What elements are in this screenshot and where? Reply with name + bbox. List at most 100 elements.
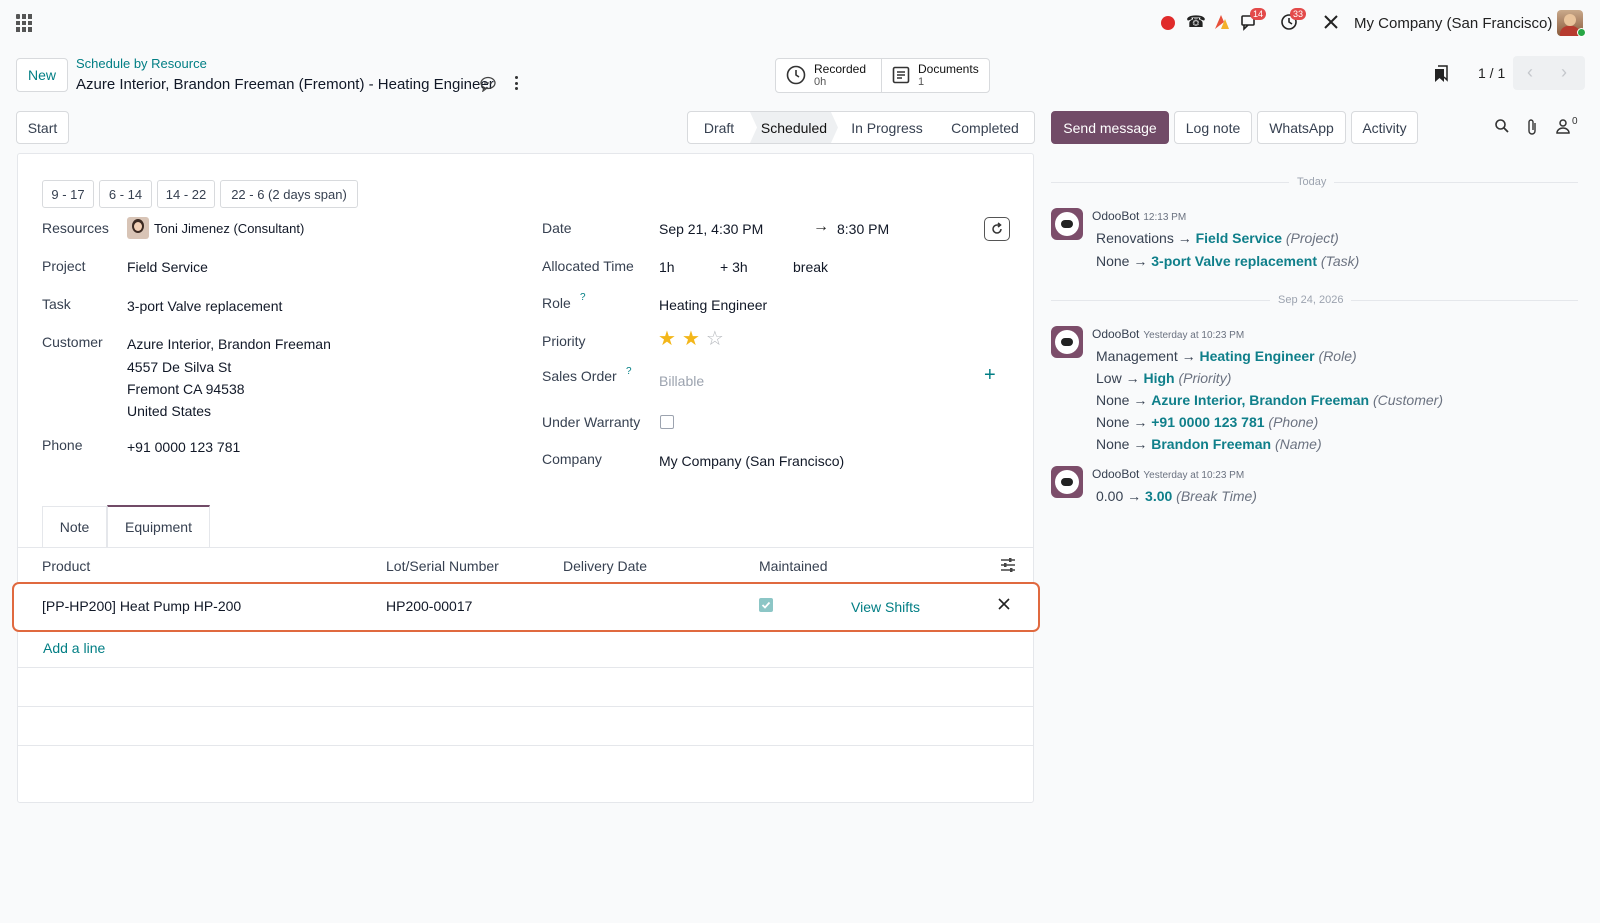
arrow-right-icon: → xyxy=(813,218,829,235)
log-note-button[interactable]: Log note xyxy=(1174,111,1252,144)
under-warranty-checkbox[interactable] xyxy=(660,415,674,429)
date-start[interactable]: Sep 21, 4:30 PM xyxy=(659,221,763,237)
pager-buttons: ‹ › xyxy=(1513,56,1585,90)
add-sales-order-icon[interactable]: + xyxy=(984,364,996,387)
delete-row-icon[interactable] xyxy=(998,597,1010,610)
pager-prev-icon[interactable]: ‹ xyxy=(1527,62,1533,83)
column-lot-serial[interactable]: Lot/Serial Number xyxy=(386,558,499,574)
recorded-label: Recorded xyxy=(814,62,867,76)
activity-badge: 33 xyxy=(1290,8,1307,20)
date-end[interactable]: 8:30 PM xyxy=(837,221,889,237)
role-label: Role xyxy=(542,295,571,311)
customer-street: 4557 De Silva St xyxy=(127,359,232,375)
date-label: Date xyxy=(542,220,572,236)
status-draft[interactable]: Draft xyxy=(688,112,750,143)
shift-template-14-22[interactable]: 14 - 22 xyxy=(157,180,215,208)
customer-name[interactable]: Azure Interior, Brandon Freeman xyxy=(127,336,331,352)
sales-order-input[interactable]: Billable xyxy=(659,373,704,389)
tracking-line: Low → High (Priority) xyxy=(1096,370,1232,386)
odoobot-avatar xyxy=(1051,466,1083,498)
tracking-line: Management → Heating Engineer (Role) xyxy=(1096,348,1357,364)
status-in-progress[interactable]: In Progress xyxy=(838,112,936,143)
priority-star-icon[interactable]: ★ xyxy=(682,326,700,351)
row-product[interactable]: [PP-HP200] Heat Pump HP-200 xyxy=(42,598,241,614)
customer-label: Customer xyxy=(42,334,103,350)
company-switcher[interactable]: My Company (San Francisco) xyxy=(1354,15,1552,32)
pager-value[interactable]: 1 / 1 xyxy=(1478,65,1505,81)
odoobot-avatar xyxy=(1051,326,1083,358)
recorded-value: 0h xyxy=(814,76,827,88)
tools-icon[interactable] xyxy=(1322,13,1340,31)
record-title: Azure Interior, Brandon Freeman (Fremont… xyxy=(76,76,494,93)
allocated-break: break xyxy=(793,259,829,275)
role-help-icon[interactable]: ? xyxy=(580,292,586,303)
bookmark-icon[interactable] xyxy=(1433,65,1449,83)
column-maintained[interactable]: Maintained xyxy=(759,558,828,574)
documents-label: Documents xyxy=(918,62,979,76)
shift-template-6-14[interactable]: 6 - 14 xyxy=(99,180,152,208)
whatsapp-button[interactable]: WhatsApp xyxy=(1257,111,1346,144)
comment-icon[interactable] xyxy=(480,76,496,93)
search-icon[interactable] xyxy=(1494,118,1510,134)
chatter-date-today: Today xyxy=(1289,176,1335,188)
add-line-link[interactable]: Add a line xyxy=(43,640,105,656)
ai-icon[interactable] xyxy=(1213,13,1231,31)
status-completed[interactable]: Completed xyxy=(936,112,1034,143)
tab-equipment[interactable]: Equipment xyxy=(107,505,210,548)
resource-avatar xyxy=(127,217,149,239)
project-value[interactable]: Field Service xyxy=(127,259,208,275)
column-settings-icon[interactable] xyxy=(1000,558,1016,572)
phone-value[interactable]: +91 0000 123 781 xyxy=(127,439,240,455)
record-icon[interactable] xyxy=(1161,16,1175,30)
apps-menu-icon[interactable] xyxy=(16,14,34,32)
activity-button[interactable]: Activity xyxy=(1351,111,1418,144)
priority-stars: ★ ★ ☆ xyxy=(658,326,724,351)
view-shifts-link[interactable]: View Shifts xyxy=(851,599,920,615)
pager-next-icon[interactable]: › xyxy=(1561,62,1567,83)
allocated-extra[interactable]: + 3h xyxy=(720,259,748,275)
task-label: Task xyxy=(42,296,71,312)
priority-star-icon[interactable]: ★ xyxy=(658,326,676,351)
tracking-line: None → +91 0000 123 781 (Phone) xyxy=(1096,414,1319,430)
column-product[interactable]: Product xyxy=(42,558,90,574)
status-scheduled[interactable]: Scheduled xyxy=(750,112,838,143)
recurrence-icon[interactable] xyxy=(984,217,1010,241)
message-author: OdooBot Yesterday at 10:23 PM xyxy=(1092,327,1245,341)
followers-count: 0 xyxy=(1572,116,1578,127)
followers-icon[interactable] xyxy=(1555,118,1571,134)
start-button[interactable]: Start xyxy=(16,111,69,144)
column-delivery-date[interactable]: Delivery Date xyxy=(563,558,647,574)
chat-badge: 14 xyxy=(1250,8,1267,20)
tab-note[interactable]: Note xyxy=(42,506,107,547)
shift-template-22-6[interactable]: 22 - 6 (2 days span) xyxy=(220,180,358,208)
chatter-date-separator: Sep 24, 2026 xyxy=(1270,294,1352,306)
recorded-smart-button[interactable]: Recorded 0h xyxy=(776,59,882,92)
attachment-icon[interactable] xyxy=(1525,118,1539,136)
task-value[interactable]: 3-port Valve replacement xyxy=(127,298,282,314)
under-warranty-label: Under Warranty xyxy=(542,414,641,430)
allocated-time-value[interactable]: 1h xyxy=(659,259,675,275)
company-value[interactable]: My Company (San Francisco) xyxy=(659,453,844,469)
priority-label: Priority xyxy=(542,333,586,349)
row-lot-serial[interactable]: HP200-00017 xyxy=(386,598,472,614)
priority-star-empty-icon[interactable]: ☆ xyxy=(706,326,724,351)
new-button[interactable]: New xyxy=(16,58,68,92)
documents-smart-button[interactable]: Documents 1 xyxy=(883,59,989,92)
role-value[interactable]: Heating Engineer xyxy=(659,297,767,313)
tracking-line: 0.00 → 3.00 (Break Time) xyxy=(1096,488,1257,504)
send-message-button[interactable]: Send message xyxy=(1051,111,1169,144)
phone-label: Phone xyxy=(42,437,83,453)
phone-icon[interactable]: ☎ xyxy=(1186,12,1206,32)
breadcrumb-parent[interactable]: Schedule by Resource xyxy=(76,56,207,71)
shift-template-9-17[interactable]: 9 - 17 xyxy=(42,180,94,208)
sales-order-help-icon[interactable]: ? xyxy=(626,366,632,377)
online-status-dot xyxy=(1577,28,1586,37)
documents-value: 1 xyxy=(918,76,925,88)
tracking-line: None → 3-port Valve replacement (Task) xyxy=(1096,253,1360,269)
customer-country: United States xyxy=(127,403,212,419)
row-maintained-checkbox[interactable] xyxy=(759,598,773,612)
project-label: Project xyxy=(42,258,86,274)
statusbar: Draft Scheduled In Progress Completed xyxy=(687,111,1035,144)
kebab-menu-icon[interactable] xyxy=(515,76,519,90)
resources-value[interactable]: Toni Jimenez (Consultant) xyxy=(154,221,304,236)
